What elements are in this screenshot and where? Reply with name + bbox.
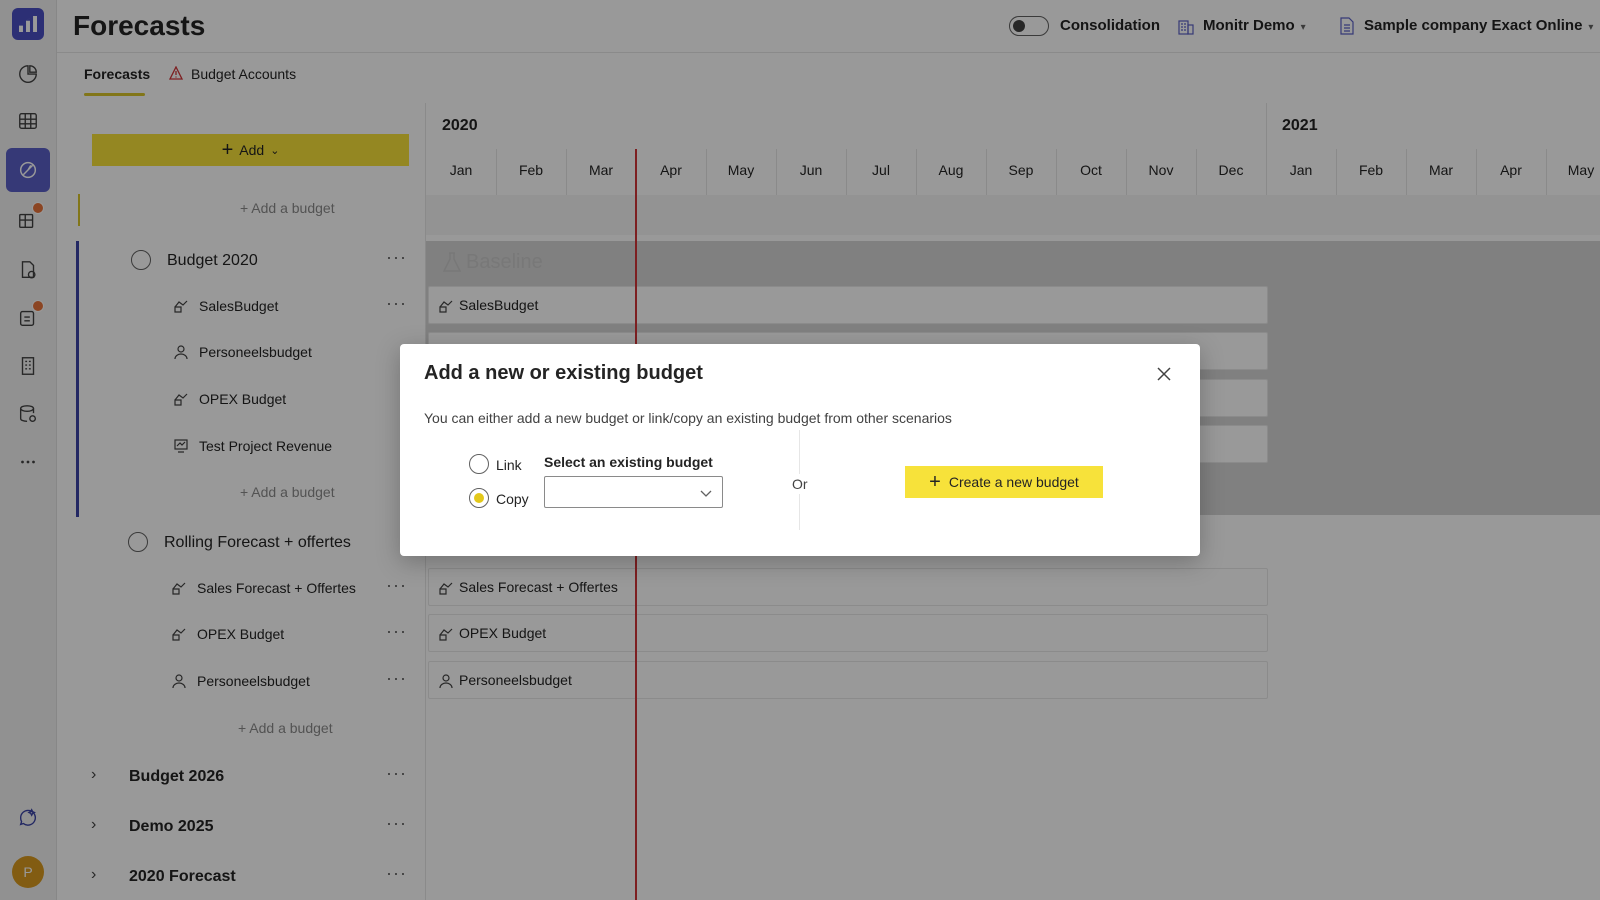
- plus-icon: +: [929, 471, 941, 493]
- radio-link[interactable]: [469, 454, 489, 474]
- existing-budget-dropdown[interactable]: [544, 476, 723, 508]
- create-new-budget-button[interactable]: + Create a new budget: [905, 466, 1103, 498]
- radio-copy[interactable]: [469, 488, 489, 508]
- create-button-label: Create a new budget: [948, 474, 1079, 490]
- radio-copy-label[interactable]: Copy: [496, 491, 529, 507]
- dialog-description: You can either add a new budget or link/…: [424, 410, 952, 426]
- chevron-down-icon: [700, 490, 712, 497]
- dialog-title: Add a new or existing budget: [424, 362, 703, 384]
- radio-link-label[interactable]: Link: [496, 457, 522, 473]
- select-existing-label: Select an existing budget: [544, 454, 713, 470]
- or-label: Or: [792, 474, 808, 494]
- close-icon[interactable]: [1156, 366, 1172, 382]
- add-budget-dialog: Add a new or existing budget You can eit…: [400, 344, 1200, 556]
